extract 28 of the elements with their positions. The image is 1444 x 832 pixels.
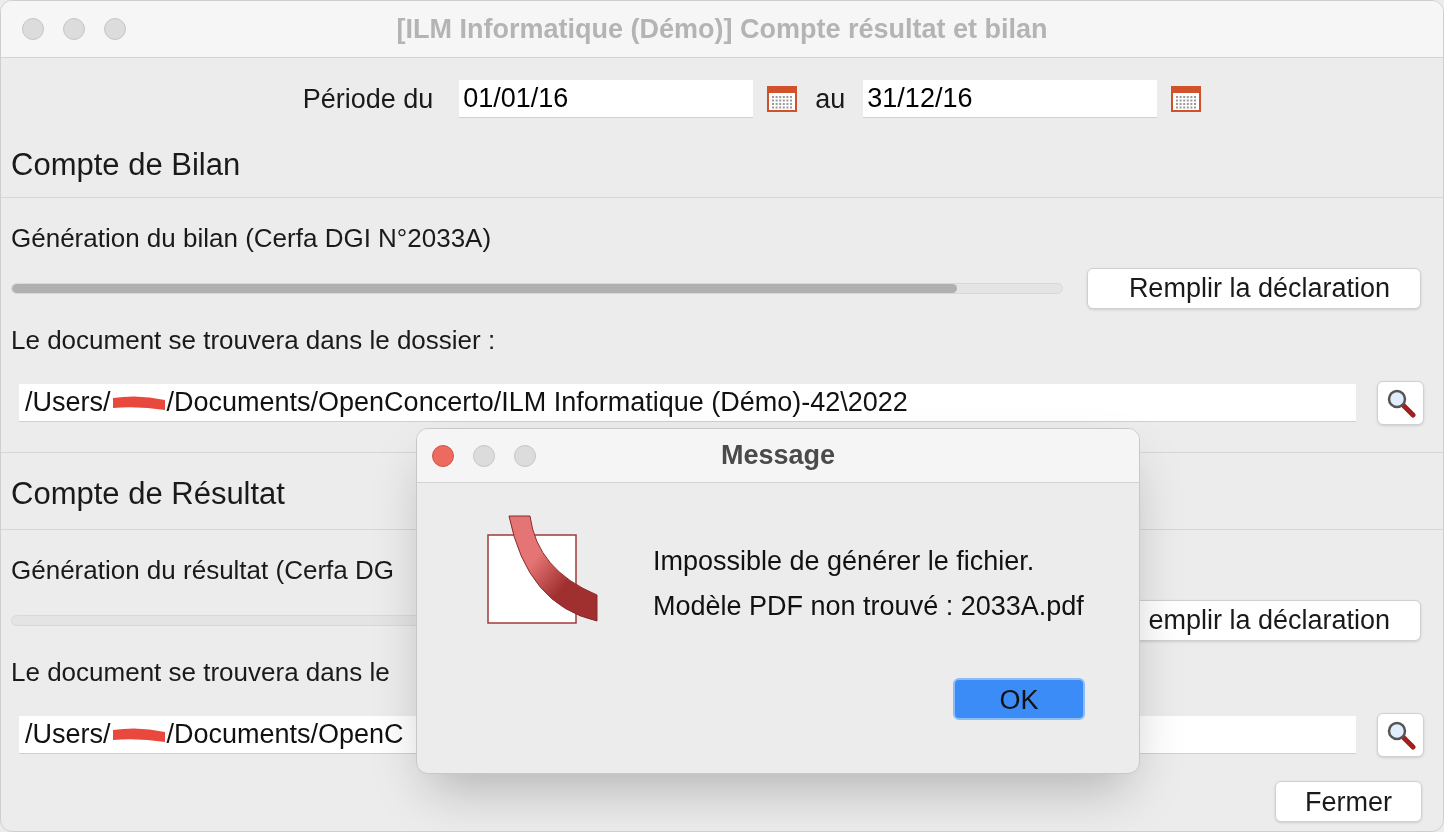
fill-declaration-button[interactable]: Remplir la déclaration xyxy=(1087,268,1421,309)
ok-button[interactable]: OK xyxy=(953,678,1085,720)
close-control[interactable] xyxy=(432,444,454,467)
period-label: Période du xyxy=(302,82,434,116)
search-button[interactable] xyxy=(1377,381,1424,425)
dialog-message-line: Impossible de générer le fichier. xyxy=(653,545,1036,578)
section-title: Compte de Résultat xyxy=(11,474,285,513)
dialog-message-line: Modèle PDF non trouvé : 2033A.pdf xyxy=(653,589,1084,623)
redaction-mark xyxy=(110,725,167,744)
start-date-field[interactable]: 01/01/16 xyxy=(459,80,754,118)
generation-label: Génération du résultat (Cerfa DG xyxy=(11,553,394,587)
period-to-label: au xyxy=(815,82,846,116)
folder-label: Le document se trouvera dans le dossier : xyxy=(11,323,496,357)
calendar-icon[interactable] xyxy=(1171,86,1202,112)
folder-label: Le document se trouvera dans le xyxy=(11,655,390,689)
pdf-document-icon xyxy=(487,515,599,625)
dialog-title: Message xyxy=(719,439,837,473)
search-icon xyxy=(1385,720,1416,750)
search-button[interactable] xyxy=(1377,713,1424,757)
window-title: [ILM Informatique (Démo)] Compte résultat et bilan xyxy=(395,12,1049,46)
end-date-field[interactable]: 31/12/16 xyxy=(863,80,1158,118)
section-title: Compte de Bilan xyxy=(11,146,241,185)
search-icon xyxy=(1385,388,1416,418)
close-button[interactable]: Fermer xyxy=(1275,781,1422,822)
generation-label: Génération du bilan (Cerfa DGI N°2033A) xyxy=(11,221,492,255)
path-field[interactable]: /Users/ /Documents/OpenConcerto/ILM Informatique (Démo)-42\2022 xyxy=(19,384,1356,422)
calendar-icon[interactable] xyxy=(767,86,798,112)
redaction-mark xyxy=(110,393,167,412)
